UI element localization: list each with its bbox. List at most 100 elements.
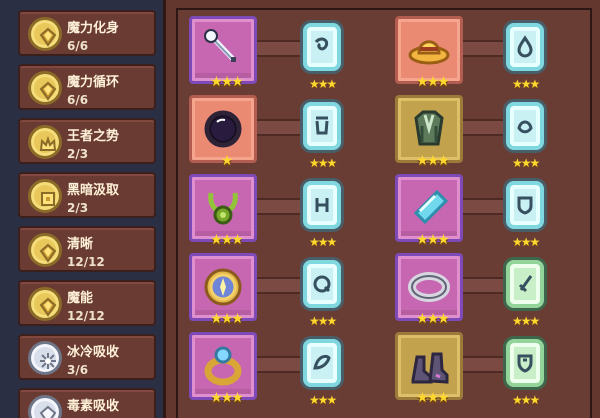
connector-line	[253, 40, 300, 57]
rune-slot[interactable]: ★★★	[300, 99, 344, 169]
connector-line	[459, 356, 503, 373]
boots-icon	[411, 352, 449, 384]
buff-count: 12/12	[67, 255, 105, 269]
rune-slot[interactable]: ★★★	[300, 20, 344, 90]
wave-rune-icon	[517, 120, 533, 134]
equipment-slot-armor[interactable]: ★★★	[395, 95, 463, 168]
gold-square-icon	[28, 179, 62, 213]
bracelet-icon	[408, 272, 450, 302]
buff-name: 魔力化身	[67, 21, 120, 36]
star-rating: ★★★	[416, 390, 450, 406]
buff-name: 魔能	[67, 291, 94, 306]
equipment-slot-ring[interactable]: ★★★	[189, 332, 257, 405]
star-rating: ★★★	[512, 393, 540, 407]
star-rating: ★★★	[309, 393, 337, 407]
gold-gem-icon	[28, 233, 62, 267]
armor-icon	[414, 110, 444, 146]
swirl-rune-icon	[314, 37, 329, 51]
connector-line	[459, 40, 503, 57]
star-rating: ★★★	[416, 232, 450, 248]
drop-rune-icon	[517, 35, 533, 58]
rune-slot[interactable]: ★★★	[503, 257, 547, 327]
medallion-icon	[204, 268, 242, 306]
star-rating: ★★★	[512, 235, 540, 249]
leaf-rune-icon	[313, 354, 331, 370]
gold-gem-icon	[28, 287, 62, 321]
rune-slot[interactable]: ★★★	[503, 336, 547, 406]
silver-snowflake-icon	[28, 341, 62, 375]
buff-name: 王者之势	[67, 129, 120, 144]
equipment-panel: ★★★ ★ ★★★ ★★★ ★★★ ★★★ ★★★ ★★★ ★★★ ★★★ ★★…	[163, 0, 600, 418]
buff-item-cold-absorption[interactable]: 冰冷吸收 3/6	[18, 334, 156, 380]
star-rating: ★★★	[512, 77, 540, 91]
connector-line	[459, 277, 503, 294]
equipment-slot-bracelet[interactable]: ★★★	[395, 253, 463, 326]
buff-list-panel: 魔力化身 6/6 魔力循环 6/6 王者之势 2/3 黑暗汲取 2/3 清晰 1…	[0, 0, 163, 418]
star-rating: ★★★	[210, 232, 244, 248]
gold-crown-icon	[28, 125, 62, 159]
buff-name: 黑暗汲取	[67, 183, 120, 198]
scroll-icon	[413, 189, 449, 225]
connector-line	[253, 198, 300, 215]
star-rating: ★★★	[309, 235, 337, 249]
shield-rune-icon	[517, 196, 533, 215]
buff-name: 冰冷吸收	[67, 345, 120, 360]
pot-rune-icon	[315, 116, 329, 135]
star-rating: ★★★	[416, 311, 450, 327]
star-rating: ★★★	[309, 314, 337, 328]
star-rating: ★★★	[512, 314, 540, 328]
rune-slot[interactable]: ★★★	[300, 336, 344, 406]
buff-count: 2/3	[67, 147, 89, 161]
star-rating: ★★★	[309, 156, 337, 170]
buff-item-dark-drain[interactable]: 黑暗汲取 2/3	[18, 172, 156, 218]
buff-count: 6/6	[67, 93, 89, 107]
buff-item-royal-presence[interactable]: 王者之势 2/3	[18, 118, 156, 164]
buff-name: 魔力循环	[67, 75, 120, 90]
equipment-slot-dark-orb[interactable]: ★	[189, 95, 257, 168]
sword-rune-icon	[518, 275, 533, 293]
buff-item-poison-absorption[interactable]: 毒素吸收	[18, 388, 156, 418]
equipment-slot-wand[interactable]: ★★★	[189, 16, 257, 89]
rune-slot[interactable]: ★★★	[503, 178, 547, 248]
star-rating: ★★★	[210, 311, 244, 327]
buff-name: 清晰	[67, 237, 94, 252]
amulet-icon	[208, 192, 238, 225]
equipment-slot-amulet[interactable]: ★★★	[189, 174, 257, 247]
star-rating: ★	[220, 153, 234, 169]
buff-count: 6/6	[67, 39, 89, 53]
star-rating: ★★★	[210, 74, 244, 90]
buff-count: 12/12	[67, 309, 105, 323]
buff-item-magic-energy[interactable]: 魔能 12/12	[18, 280, 156, 326]
buff-item-magic-avatar[interactable]: 魔力化身 6/6	[18, 10, 156, 56]
buff-item-clarity[interactable]: 清晰 12/12	[18, 226, 156, 272]
buff-count: 2/3	[67, 201, 89, 215]
buff-item-magic-cycle[interactable]: 魔力循环 6/6	[18, 64, 156, 110]
connector-line	[253, 277, 300, 294]
rune-slot[interactable]: ★★★	[300, 178, 344, 248]
circle-rune-icon	[313, 275, 331, 293]
rune-slot[interactable]: ★★★	[503, 20, 547, 90]
equipment-slot-scroll[interactable]: ★★★	[395, 174, 463, 247]
gold-gem-icon	[28, 71, 62, 105]
rune-slot[interactable]: ★★★	[503, 99, 547, 169]
equipment-slot-medallion[interactable]: ★★★	[189, 253, 257, 326]
connector-line	[253, 356, 300, 373]
connector-line	[459, 119, 503, 136]
buff-count: 3/6	[67, 363, 89, 377]
star-rating: ★★★	[416, 153, 450, 169]
buff-name: 毒素吸收	[67, 399, 120, 414]
crest-rune-icon	[517, 354, 533, 373]
star-rating: ★★★	[512, 156, 540, 170]
hat-icon	[408, 40, 450, 65]
star-rating: ★★★	[210, 390, 244, 406]
star-rating: ★★★	[416, 74, 450, 90]
silver-gem-icon	[28, 395, 62, 418]
cross-rune-icon	[315, 198, 329, 212]
equipment-slot-boots[interactable]: ★★★	[395, 332, 463, 405]
connector-line	[459, 198, 503, 215]
connector-line	[253, 119, 300, 136]
rune-slot[interactable]: ★★★	[300, 257, 344, 327]
star-rating: ★★★	[309, 77, 337, 91]
equipment-slot-hat[interactable]: ★★★	[395, 16, 463, 89]
dark-orb-icon	[204, 110, 242, 148]
